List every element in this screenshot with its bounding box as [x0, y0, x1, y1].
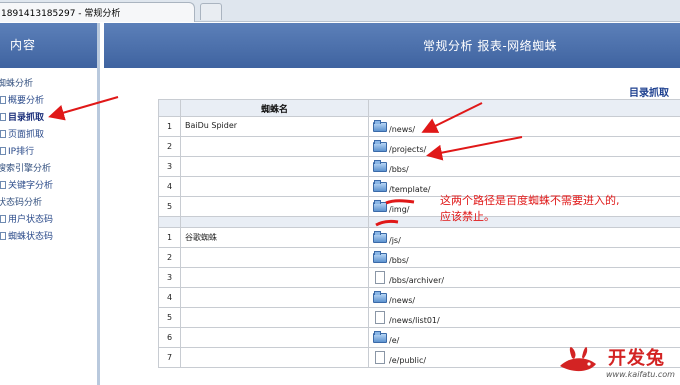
path-cell[interactable]: /news/	[368, 287, 680, 308]
spider-name-empty	[180, 196, 369, 217]
table-row: 3 /bbs/	[158, 156, 680, 177]
row-number: 4	[158, 176, 181, 197]
folder-icon	[373, 119, 387, 132]
page-title: 常规分析 报表-网络蜘蛛	[423, 39, 558, 53]
row-number: 4	[158, 287, 181, 308]
spider-name-header: 蜘蛛名	[180, 99, 369, 117]
sidebar-item-overview[interactable]: 概要分析	[0, 93, 97, 110]
rabbit-logo-icon	[560, 347, 596, 372]
path-cell[interactable]: /projects/	[368, 136, 680, 157]
spider-name-empty	[180, 156, 369, 177]
watermark-logo: 开发兔 www.kaifatu.com	[556, 342, 680, 385]
table-header-cell	[368, 99, 680, 117]
sidebar-item-spider-status-code[interactable]: 蜘蛛状态码	[0, 229, 97, 246]
table-row: 1 BaiDu Spider /news/	[158, 116, 680, 137]
spider-name-empty	[180, 347, 369, 368]
folder-icon	[373, 330, 387, 343]
table-header-row: 蜘蛛名	[158, 99, 680, 117]
sidebar-menu: 蜘蛛分析 概要分析 目录抓取 页面抓取 IP排行 搜索引擎分析 关键字分析 状态…	[0, 68, 97, 246]
file-icon	[373, 270, 387, 284]
folder-icon	[373, 139, 387, 152]
table-row: 5 /news/list01/	[158, 307, 680, 328]
page-icon	[0, 130, 6, 138]
sidebar-group-search-engine[interactable]: 搜索引擎分析	[0, 161, 97, 178]
page-icon	[0, 96, 6, 104]
spider-name-empty	[180, 267, 369, 288]
row-number: 5	[158, 196, 181, 217]
row-number: 3	[158, 267, 181, 288]
folder-icon	[373, 290, 387, 303]
sidebar-group-spider-analysis[interactable]: 蜘蛛分析	[0, 76, 97, 93]
spider-name-empty	[180, 307, 369, 328]
path-cell[interactable]: /news/list01/	[368, 307, 680, 328]
annotation-line-2: 应该禁止。	[440, 210, 495, 223]
watermark-url: www.kaifatu.com	[606, 370, 675, 379]
sidebar-item-user-status-code[interactable]: 用户状态码	[0, 212, 97, 229]
page-icon	[0, 232, 6, 240]
spider-name: BaiDu Spider	[180, 116, 369, 137]
path-cell[interactable]: /bbs/	[368, 156, 680, 177]
spider-name-empty	[180, 327, 369, 348]
sidebar-item-keyword[interactable]: 关键字分析	[0, 178, 97, 195]
row-number: 7	[158, 347, 181, 368]
row-number: 5	[158, 307, 181, 328]
folder-icon	[373, 250, 387, 263]
spider-name-empty	[180, 247, 369, 268]
row-number: 2	[158, 136, 181, 157]
row-number: 6	[158, 327, 181, 348]
path-cell[interactable]: /bbs/	[368, 247, 680, 268]
sidebar-item-directory-crawl[interactable]: 目录抓取	[0, 110, 97, 127]
table-row: 2 /bbs/	[158, 247, 680, 268]
row-number: 3	[158, 156, 181, 177]
annotation-line-1: 这两个路径是百度蜘蛛不需要进入的,	[440, 194, 620, 207]
spider-name-empty	[180, 176, 369, 197]
path-cell[interactable]: /js/	[368, 227, 680, 248]
spider-directory-table: 蜘蛛名 1 BaiDu Spider /news/ 2 /projects/ 3…	[158, 99, 680, 368]
spider-name-empty	[180, 287, 369, 308]
row-number: 1	[158, 227, 181, 248]
path-cell[interactable]: /news/	[368, 116, 680, 137]
sidebar-item-ip-ranking[interactable]: IP排行	[0, 144, 97, 161]
browser-tab[interactable]: 1891413185297 - 常规分析	[0, 2, 195, 22]
table-row: 4 /news/	[158, 287, 680, 308]
watermark-text: 开发兔	[608, 348, 665, 369]
sidebar-item-page-crawl[interactable]: 页面抓取	[0, 127, 97, 144]
page-icon	[0, 181, 6, 189]
annotation-note: 这两个路径是百度蜘蛛不需要进入的, 应该禁止。	[440, 193, 620, 225]
page-icon	[0, 147, 6, 155]
table-row: 1 谷歌蜘蛛 /js/	[158, 227, 680, 248]
folder-icon	[373, 199, 387, 212]
table-header-cell	[158, 99, 181, 117]
spider-name: 谷歌蜘蛛	[180, 227, 369, 248]
sidebar-group-status-code[interactable]: 状态码分析	[0, 195, 97, 212]
sidebar-header: 内容	[0, 23, 97, 68]
page-icon	[0, 215, 6, 223]
directory-crawl-link[interactable]: 目录抓取	[629, 84, 669, 99]
row-number: 1	[158, 116, 181, 137]
file-icon	[373, 310, 387, 324]
path-cell[interactable]: /bbs/archiver/	[368, 267, 680, 288]
browser-tab-title: 1891413185297 - 常规分析	[1, 9, 121, 19]
new-tab-button[interactable]	[200, 3, 222, 20]
page-icon	[0, 113, 6, 121]
table-row: 3 /bbs/archiver/	[158, 267, 680, 288]
sidebar: 内容 蜘蛛分析 概要分析 目录抓取 页面抓取 IP排行 搜索引擎分析 关键字分析…	[0, 23, 100, 385]
row-number: 2	[158, 247, 181, 268]
folder-icon	[373, 230, 387, 243]
browser-tab-bar: 1891413185297 - 常规分析	[0, 0, 680, 22]
table-row: 2 /projects/	[158, 136, 680, 157]
folder-icon	[373, 159, 387, 172]
file-icon	[373, 350, 387, 364]
folder-icon	[373, 179, 387, 192]
main-header: 常规分析 报表-网络蜘蛛	[104, 23, 680, 68]
spider-name-empty	[180, 136, 369, 157]
